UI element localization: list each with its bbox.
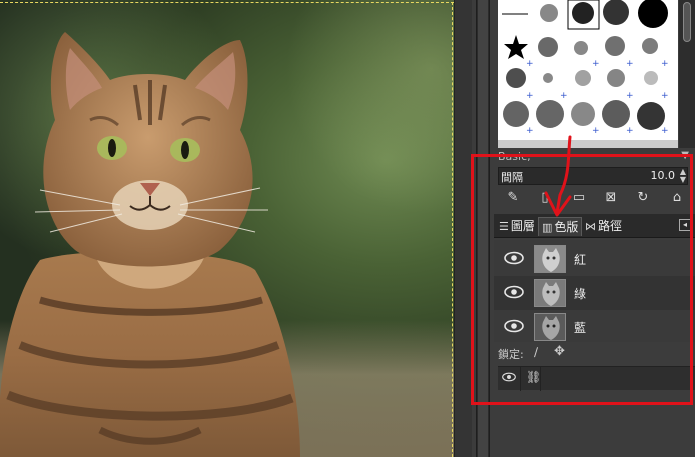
- cat-image: [0, 32, 300, 457]
- image-canvas[interactable]: [0, 0, 454, 457]
- brush-star[interactable]: [504, 35, 528, 59]
- svg-text:+: +: [592, 59, 600, 69]
- svg-text:+: +: [661, 91, 669, 101]
- brushes-grid[interactable]: + + + + + + + + + + + +: [498, 0, 678, 148]
- brush-hardness-100[interactable]: [603, 0, 629, 25]
- brush-hardness-big[interactable]: [638, 0, 668, 28]
- svg-text:+: +: [526, 126, 534, 136]
- svg-text:+: +: [661, 59, 669, 69]
- svg-text:+: +: [560, 91, 568, 101]
- svg-text:+: +: [626, 59, 634, 69]
- brushes-scrollbar[interactable]: [679, 0, 695, 148]
- svg-text:+: +: [526, 59, 534, 69]
- gimp-window: + + + + + + + + + + + + Basic, ▼ 間隔 10.0…: [0, 0, 695, 457]
- svg-text:+: +: [626, 126, 634, 136]
- brush-soft-small[interactable]: [540, 4, 558, 22]
- svg-text:+: +: [626, 91, 634, 101]
- annotation-arrow-icon: [544, 135, 572, 217]
- brush-hardness-075[interactable]: [572, 2, 594, 24]
- svg-text:+: +: [661, 126, 669, 136]
- dock-separator[interactable]: [454, 0, 472, 457]
- svg-text:+: +: [526, 91, 534, 101]
- svg-text:+: +: [592, 126, 600, 136]
- annotation-highlight-box: [471, 154, 693, 405]
